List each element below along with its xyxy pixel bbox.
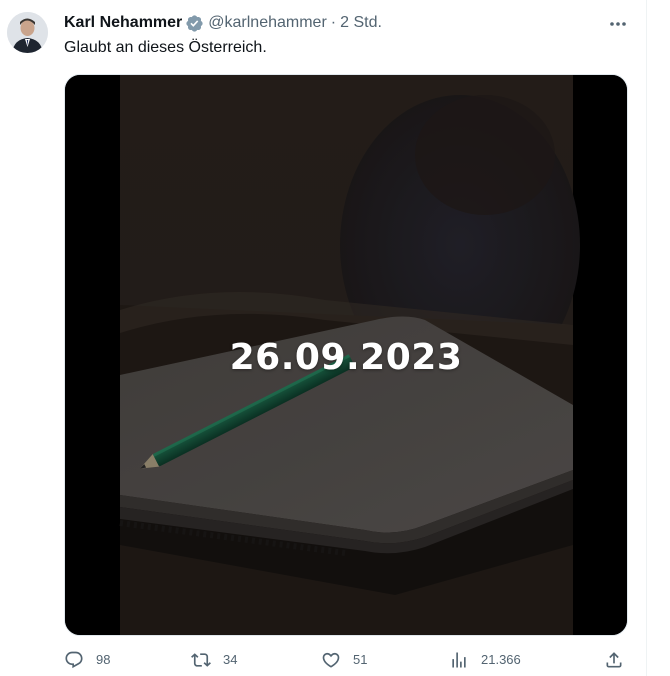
share-icon	[606, 652, 622, 668]
more-icon[interactable]	[603, 12, 633, 36]
video-date-overlay: 26.09.2023	[229, 337, 463, 378]
reply-count: 98	[96, 652, 111, 667]
tweet-actions: 98 34 51 21.366	[60, 650, 630, 676]
separator-dot: ·	[330, 14, 337, 31]
tweet-card[interactable]: Karl Nehammer @karlnehammer · 2 Std. Gla…	[0, 0, 647, 676]
retweet-count: 34	[223, 652, 238, 667]
avatar[interactable]	[7, 12, 48, 53]
like-count: 51	[353, 652, 368, 667]
like-button[interactable]: 51	[321, 650, 367, 670]
views-count: 21.366	[481, 652, 521, 667]
share-button[interactable]	[604, 650, 624, 670]
verified-badge-icon	[185, 14, 204, 33]
reply-button[interactable]: 98	[64, 650, 110, 670]
retweet-button[interactable]: 34	[191, 650, 237, 670]
tweet-text: Glaubt an dieses Österreich.	[64, 39, 267, 56]
author-name[interactable]: Karl Nehammer	[64, 13, 182, 33]
retweet-icon	[191, 653, 211, 667]
author-handle[interactable]: @karlnehammer	[208, 13, 327, 33]
views-button[interactable]: 21.366	[449, 650, 521, 670]
tweet-timestamp[interactable]: 2 Std.	[340, 13, 382, 33]
heart-icon	[322, 652, 340, 668]
tweet-media-video[interactable]: 26.09.2023	[64, 74, 628, 636]
tweet-header: Karl Nehammer @karlnehammer · 2 Std.	[64, 13, 382, 33]
reply-icon	[65, 651, 83, 669]
views-icon	[452, 652, 466, 668]
